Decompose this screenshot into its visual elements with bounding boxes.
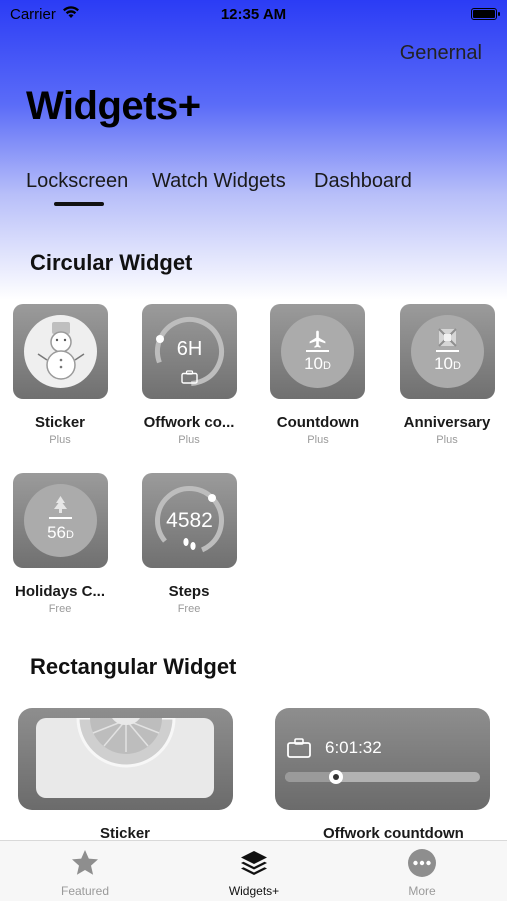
item-name-holidays: Holidays C... bbox=[14, 583, 106, 600]
tabbar-featured[interactable]: Featured bbox=[25, 841, 145, 901]
item-name-sticker: Sticker bbox=[34, 414, 86, 431]
item-tag-countdown: Plus bbox=[307, 434, 329, 446]
item-tag-anniversary: Plus bbox=[436, 434, 458, 446]
more-icon bbox=[408, 849, 436, 877]
holidays-days: 56D bbox=[47, 523, 74, 542]
briefcase-icon bbox=[181, 370, 198, 384]
countdown-days: 10D bbox=[304, 354, 331, 373]
bottom-tab-bar: Featured Widgets+ More bbox=[0, 840, 507, 901]
tab-watch-widgets[interactable]: Watch Widgets bbox=[152, 170, 286, 193]
offwork-timer: 6:01:32 bbox=[325, 738, 382, 757]
circular-widget-offwork[interactable]: 6H bbox=[142, 304, 237, 399]
circular-widget-anniversary[interactable]: 10D bbox=[400, 304, 495, 399]
anniversary-days: 10D bbox=[434, 354, 461, 373]
divider bbox=[436, 350, 459, 352]
tabbar-widgets-label: Widgets+ bbox=[228, 884, 280, 898]
briefcase-icon bbox=[287, 738, 311, 758]
watermelon-sticker-icon bbox=[76, 718, 176, 768]
tabbar-more[interactable]: More bbox=[362, 841, 482, 901]
battery-icon bbox=[471, 8, 500, 20]
item-tag-offwork: Plus bbox=[178, 434, 200, 446]
tabbar-widgets[interactable]: Widgets+ bbox=[194, 841, 314, 901]
item-name-countdown: Countdown bbox=[276, 414, 360, 431]
tabbar-featured-label: Featured bbox=[60, 884, 110, 898]
rectangular-widget-offwork[interactable]: 6:01:32 bbox=[275, 708, 490, 810]
divider bbox=[49, 517, 72, 519]
page-title: Widgets+ bbox=[26, 84, 201, 128]
snowman-icon bbox=[37, 322, 85, 380]
circular-widget-holidays[interactable]: 56D bbox=[13, 473, 108, 568]
star-icon bbox=[72, 850, 98, 875]
item-tag-sticker: Plus bbox=[49, 434, 71, 446]
section-title-circular: Circular Widget bbox=[30, 250, 193, 275]
circular-widget-countdown[interactable]: 10D bbox=[270, 304, 365, 399]
item-name-anniversary: Anniversary bbox=[403, 414, 491, 431]
offwork-value: 6H bbox=[176, 338, 203, 360]
steps-count: 4582 bbox=[166, 509, 213, 532]
tab-active-indicator bbox=[54, 202, 104, 206]
progress-handle bbox=[329, 770, 343, 784]
status-bar: Carrier 12:35 AM bbox=[0, 6, 507, 26]
photo-icon bbox=[438, 328, 457, 347]
footprints-icon bbox=[183, 538, 196, 550]
general-button[interactable]: Genernal bbox=[400, 42, 482, 65]
airplane-icon bbox=[309, 330, 326, 348]
item-tag-steps: Free bbox=[177, 603, 201, 615]
item-name-offwork: Offwork co... bbox=[143, 414, 235, 431]
rectangular-widget-sticker[interactable] bbox=[18, 708, 233, 810]
divider bbox=[306, 350, 329, 352]
tab-dashboard[interactable]: Dashboard bbox=[314, 170, 412, 193]
clock: 12:35 AM bbox=[220, 6, 287, 23]
tabbar-more-label: More bbox=[408, 884, 436, 898]
countdown-circle bbox=[281, 315, 354, 388]
circular-widget-steps[interactable]: 4582 bbox=[142, 473, 237, 568]
tab-lockscreen[interactable]: Lockscreen bbox=[26, 170, 128, 193]
christmas-tree-icon bbox=[54, 496, 67, 513]
circular-widget-sticker[interactable] bbox=[13, 304, 108, 399]
layers-icon bbox=[241, 851, 267, 875]
holidays-circle bbox=[24, 484, 97, 557]
section-title-rectangular: Rectangular Widget bbox=[30, 654, 237, 679]
anniversary-circle bbox=[411, 315, 484, 388]
item-name-steps: Steps bbox=[168, 583, 210, 600]
item-tag-holidays: Free bbox=[48, 603, 72, 615]
